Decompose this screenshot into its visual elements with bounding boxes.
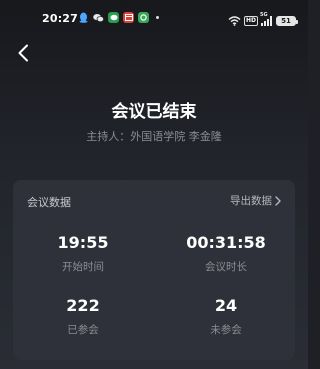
host-prefix: 主持人：	[86, 130, 131, 143]
host-name: 外国语学院 李金隆	[130, 130, 222, 143]
stat-value: 19:55	[57, 233, 109, 252]
card-title: 会议数据	[27, 196, 71, 209]
page-title: 会议已结束	[111, 102, 197, 122]
stat-absent: 24 未参会	[161, 296, 291, 337]
stat-label: 未参会	[210, 324, 242, 336]
stat-start-time: 19:55 开始时间	[18, 233, 148, 274]
signal-label: 5G	[260, 11, 268, 18]
notification-icons	[78, 12, 159, 23]
calendar-app-icon	[123, 12, 134, 23]
system-indicators: HD 5G 51	[228, 11, 298, 30]
more-notifications-dot	[156, 16, 159, 19]
export-label: 导出数据	[230, 195, 272, 207]
stat-attended: 222 已参会	[18, 296, 148, 337]
status-time: 20:27	[42, 12, 79, 25]
stat-label: 会议时长	[205, 261, 247, 273]
stat-value: 00:31:58	[186, 233, 266, 252]
wechat-work-icon	[108, 12, 119, 23]
hd-badge: HD	[243, 15, 258, 26]
wifi-icon	[228, 11, 241, 30]
wechat-icon	[93, 12, 104, 23]
chevron-left-icon	[18, 44, 28, 62]
green-app-icon	[138, 12, 149, 23]
qq-penguin-icon	[78, 12, 89, 23]
host-line: 主持人：外国语学院 李金隆	[0, 128, 308, 144]
signal-icon: 5G	[260, 12, 273, 26]
battery-level: 51	[277, 16, 295, 25]
stat-value: 24	[214, 296, 238, 315]
battery-icon: 51	[276, 15, 298, 26]
stat-duration: 00:31:58 会议时长	[161, 233, 291, 274]
stat-value: 222	[66, 296, 100, 315]
meeting-stats-card: 会议数据 导出数据 19:55 开始时间 00:31:58 会议时长 222 已…	[13, 180, 295, 360]
meeting-ended-screen: 20:27 HD 5G 51 会议已结束 主持人：外国语学院 李金隆 会议数据 …	[0, 0, 308, 369]
status-bar: 20:27 HD 5G 51	[0, 0, 308, 34]
chevron-right-icon	[275, 195, 281, 206]
export-data-button[interactable]: 导出数据	[230, 193, 281, 208]
stat-label: 开始时间	[62, 261, 104, 273]
back-button[interactable]	[12, 42, 34, 64]
stat-label: 已参会	[67, 324, 99, 336]
